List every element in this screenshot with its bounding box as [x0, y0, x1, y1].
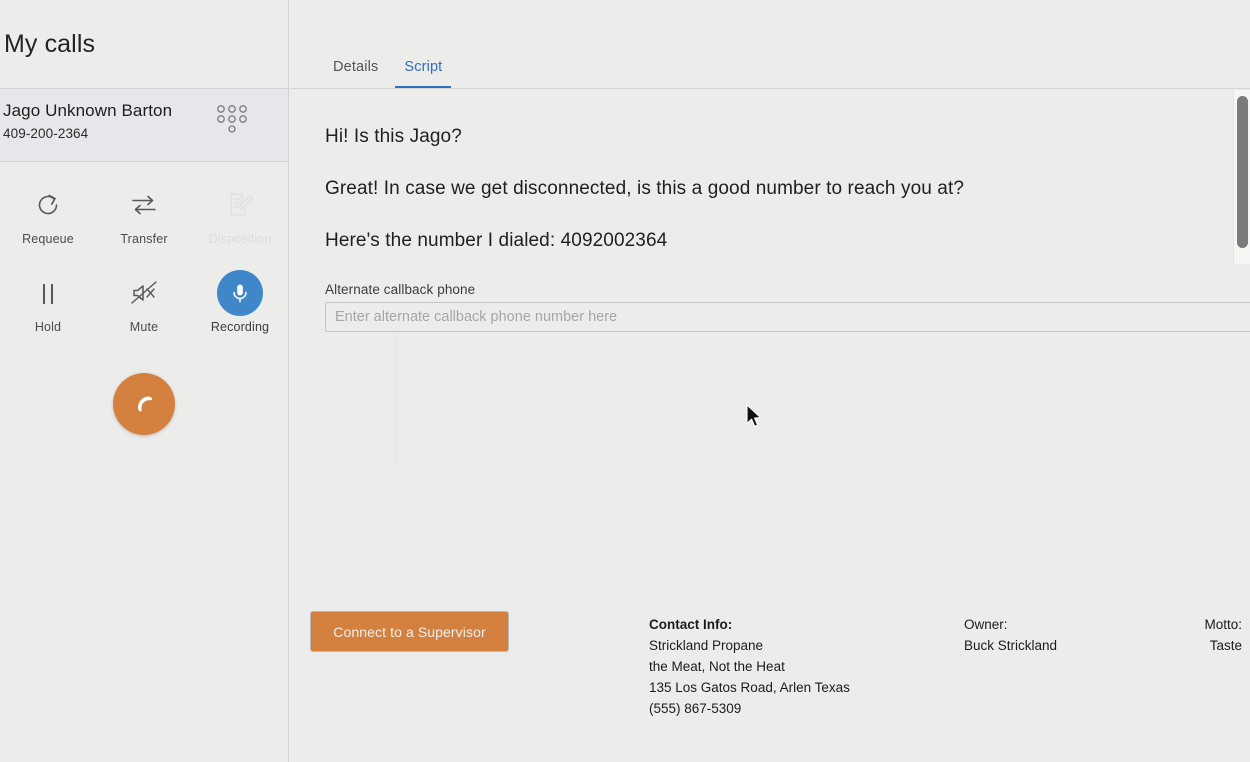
business-info: Contact Info: Strickland Propane the Mea…	[649, 614, 1250, 719]
transfer-button[interactable]: Transfer	[96, 176, 192, 264]
hold-label: Hold	[34, 320, 62, 334]
vertical-scrollbar[interactable]	[1233, 90, 1250, 264]
mute-label: Mute	[129, 320, 159, 334]
connect-to-supervisor-button[interactable]: Connect to a Supervisor	[310, 611, 509, 652]
requeue-button[interactable]: Requeue	[0, 176, 96, 264]
disposition-button: Disposition	[192, 176, 288, 264]
contact-info-line-1: Strickland Propane	[649, 638, 764, 653]
main-panel: Details Script Hi! Is this Jago? Great! …	[290, 0, 1250, 762]
pause-icon	[25, 270, 71, 316]
owner-value: Buck Strickland	[964, 638, 1058, 653]
scrollbar-thumb[interactable]	[1237, 96, 1248, 248]
motto-value: Taste	[1209, 638, 1242, 653]
hangup-container	[0, 373, 288, 435]
call-controls-row-2: Hold Mute Recording	[0, 264, 288, 352]
script-line-2: Great! In case we get disconnected, is t…	[325, 178, 964, 199]
mute-button[interactable]: Mute	[96, 264, 192, 352]
requeue-label: Requeue	[22, 232, 74, 246]
mute-icon	[121, 270, 167, 316]
disposition-label: Disposition	[208, 232, 272, 246]
microphone-icon	[217, 270, 263, 316]
hangup-button[interactable]	[113, 373, 175, 435]
tab-bar: Details Script	[290, 0, 1250, 89]
contact-info-header: Contact Info:	[649, 617, 733, 632]
tab-details[interactable]: Details	[320, 59, 391, 88]
motto-header: Motto:	[1204, 617, 1242, 632]
phone-handset-icon	[137, 396, 153, 412]
contact-info-line-4: (555) 867-5309	[649, 701, 742, 716]
transfer-label: Transfer	[120, 232, 168, 246]
list-item-active-call[interactable]: Jago Unknown Barton 409-200-2364	[0, 89, 288, 162]
call-controls-row-1: Requeue Transfer Disposition	[0, 176, 288, 264]
script-line-3: Here's the number I dialed: 4092002364	[325, 230, 668, 251]
owner-header: Owner:	[964, 617, 1008, 632]
recording-button[interactable]: Recording	[192, 264, 288, 352]
tab-script[interactable]: Script	[391, 59, 455, 88]
owner-column: Owner: Buck Strickland	[964, 614, 1144, 719]
alternate-callback-phone-input[interactable]	[325, 302, 1250, 332]
column-divider	[396, 334, 397, 464]
sidebar-header: My calls	[0, 0, 288, 89]
page-title: My calls	[4, 30, 96, 58]
requeue-icon	[25, 182, 71, 228]
script-body: Hi! Is this Jago? Great! In case we get …	[290, 89, 1250, 762]
contact-info-line-3: 135 Los Gatos Road, Arlen Texas	[649, 680, 850, 695]
transfer-icon	[121, 182, 167, 228]
dialpad-icon[interactable]	[215, 103, 249, 135]
script-line-1: Hi! Is this Jago?	[325, 126, 462, 147]
callback-field-group: Alternate callback phone	[325, 282, 1250, 332]
call-controls: Requeue Transfer Disposition Hold Mute R…	[0, 162, 288, 435]
disposition-icon	[217, 182, 263, 228]
app-root: My calls Jago Unknown Barton 409-200-236…	[0, 0, 1250, 762]
contact-info-line-2: the Meat, Not the Heat	[649, 659, 785, 674]
callback-field-label: Alternate callback phone	[325, 282, 476, 297]
script-footer: Connect to a Supervisor Contact Info: St…	[290, 611, 1250, 716]
recording-label: Recording	[210, 320, 270, 334]
hold-button[interactable]: Hold	[0, 264, 96, 352]
sidebar: My calls Jago Unknown Barton 409-200-236…	[0, 0, 289, 762]
motto-column: Motto: Taste	[1144, 614, 1250, 719]
contact-info-column: Contact Info: Strickland Propane the Mea…	[649, 614, 964, 719]
